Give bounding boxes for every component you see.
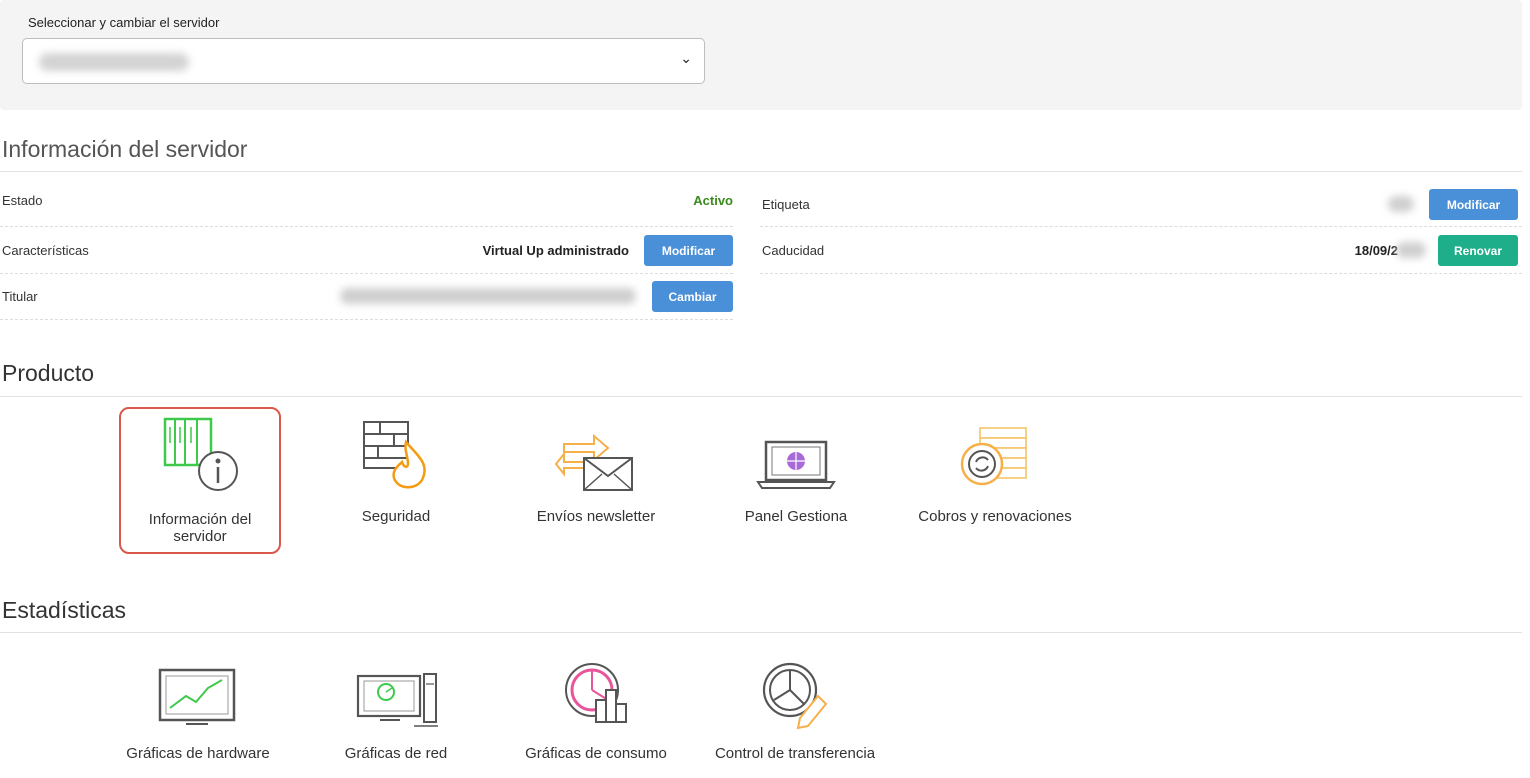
estado-label: Estado [2,193,43,208]
caracteristicas-value: Virtual Up administrado [482,243,629,258]
change-owner-button[interactable]: Cambiar [652,281,733,312]
tile-label: Información del [148,511,252,528]
row-divider [760,273,1522,274]
tile-hardware-charts[interactable]: Gráficas de hardware [110,660,286,766]
transfer-control-icon [762,662,828,730]
tile-label: Control de transferencia [714,745,876,762]
stats-title: Estadísticas [2,597,126,623]
tile-newsletter[interactable]: Envíos newsletter [520,410,672,530]
tile-label: servidor [173,528,227,545]
stats-divider [0,632,1522,633]
firewall-icon [363,421,426,489]
renew-button[interactable]: Renovar [1438,235,1518,266]
caducidad-label: Caducidad [762,243,825,258]
tile-label: Gráficas de consumo [525,745,667,762]
row-divider [0,319,733,320]
tile-server-info[interactable]: Información del servidor [119,407,281,554]
tile-label: Envíos newsletter [536,508,656,525]
server-select[interactable]: ⌄ [22,38,705,84]
titular-label: Titular [2,289,38,304]
tile-label: Gráficas de hardware [126,745,270,762]
hardware-chart-icon [158,668,236,725]
caracteristicas-label: Características [2,243,89,258]
server-info-divider [0,171,1522,172]
coins-icon [960,427,1027,486]
etiqueta-label: Etiqueta [762,197,810,212]
tile-label: Seguridad [361,508,431,525]
tile-consumption-charts[interactable]: Gráficas de consumo [510,660,682,766]
tile-label: Gráficas de red [344,745,448,762]
blurred-expiry-year [1396,242,1426,258]
tile-label: Cobros y renovaciones [918,508,1072,525]
blurred-owner-name [340,288,636,304]
row-divider [0,226,733,227]
product-divider [0,396,1522,397]
caducidad-value: 18/09/2 [1354,243,1398,258]
consumption-chart-icon [565,663,627,723]
modify-features-button[interactable]: Modificar [644,235,733,266]
server-info-title: Información del servidor [2,136,248,162]
tile-panel-gestiona[interactable]: Panel Gestiona [720,410,872,530]
blurred-tag-value [1388,196,1414,212]
server-select-panel: Seleccionar y cambiar el servidor ⌄ [0,0,1522,110]
row-divider [0,273,733,274]
server-select-label: Seleccionar y cambiar el servidor [28,15,220,30]
estado-value: Activo [693,193,733,208]
tile-transfer-control[interactable]: Control de transferencia [700,660,890,766]
tile-label: Panel Gestiona [744,508,848,525]
row-divider [760,226,1522,227]
newsletter-icon [554,433,633,491]
blurred-server-name [39,53,189,71]
server-info-icon [163,417,238,491]
product-title: Producto [2,360,95,386]
chevron-down-icon: ⌄ [680,50,692,66]
network-chart-icon [356,673,438,727]
tile-network-charts[interactable]: Gráficas de red [320,660,472,766]
tile-security[interactable]: Seguridad [320,410,472,530]
modify-tag-button[interactable]: Modificar [1429,189,1518,220]
tile-billing[interactable]: Cobros y renovaciones [902,410,1088,530]
laptop-panel-icon [756,440,836,489]
